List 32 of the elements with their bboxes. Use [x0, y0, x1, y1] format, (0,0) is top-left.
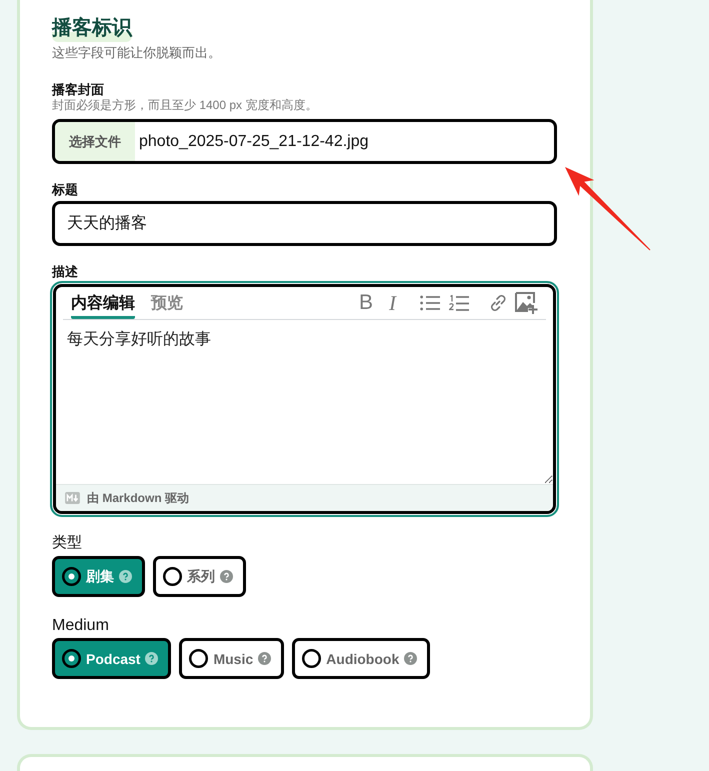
- section-title: 播客标识: [52, 14, 132, 42]
- radio-option[interactable]: Podcast: [52, 638, 172, 679]
- title-input[interactable]: 天天的播客: [52, 201, 557, 246]
- help-icon[interactable]: [119, 570, 132, 583]
- help-icon[interactable]: [404, 652, 418, 665]
- choose-file-button[interactable]: 选择文件: [55, 122, 135, 161]
- field-label: Medium: [52, 616, 109, 636]
- italic-button[interactable]: I: [389, 292, 396, 314]
- file-name: photo_2025-07-25_21-12-42.jpg: [139, 132, 369, 150]
- file-input[interactable]: 选择文件 photo_2025-07-25_21-12-42.jpg: [52, 119, 557, 164]
- help-icon[interactable]: [145, 652, 158, 665]
- link-icon[interactable]: [488, 293, 508, 313]
- bullet-list-icon[interactable]: [420, 295, 440, 311]
- field-label: 描述: [52, 264, 78, 280]
- add-image-icon[interactable]: [515, 292, 538, 314]
- help-icon[interactable]: [220, 570, 233, 583]
- markdown-editor[interactable]: 内容编辑 预览 B I 每天分享好听的故事 由 Markdown 驱动: [50, 281, 559, 517]
- field-hint: 封面必须是方形，而且至少 1400 px 宽度和高度。: [52, 98, 318, 112]
- editor-tab[interactable]: 预览: [151, 287, 183, 319]
- section-subtitle: 这些字段可能让你脱颖而出。: [52, 44, 221, 62]
- radio-option[interactable]: 系列: [153, 556, 246, 597]
- help-icon[interactable]: [258, 652, 272, 665]
- radio-option[interactable]: 剧集: [52, 556, 145, 597]
- field-label: 标题: [52, 182, 78, 198]
- radio-option[interactable]: Music: [179, 638, 284, 679]
- field-label: 播客封面: [52, 82, 104, 98]
- radio-option[interactable]: Audiobook: [292, 638, 430, 679]
- markdown-note: 由 Markdown 驱动: [87, 490, 190, 506]
- field-label: 类型: [52, 533, 82, 553]
- bold-button[interactable]: B: [358, 292, 373, 314]
- markdown-icon: [65, 492, 80, 504]
- numbered-list-icon[interactable]: [449, 294, 469, 312]
